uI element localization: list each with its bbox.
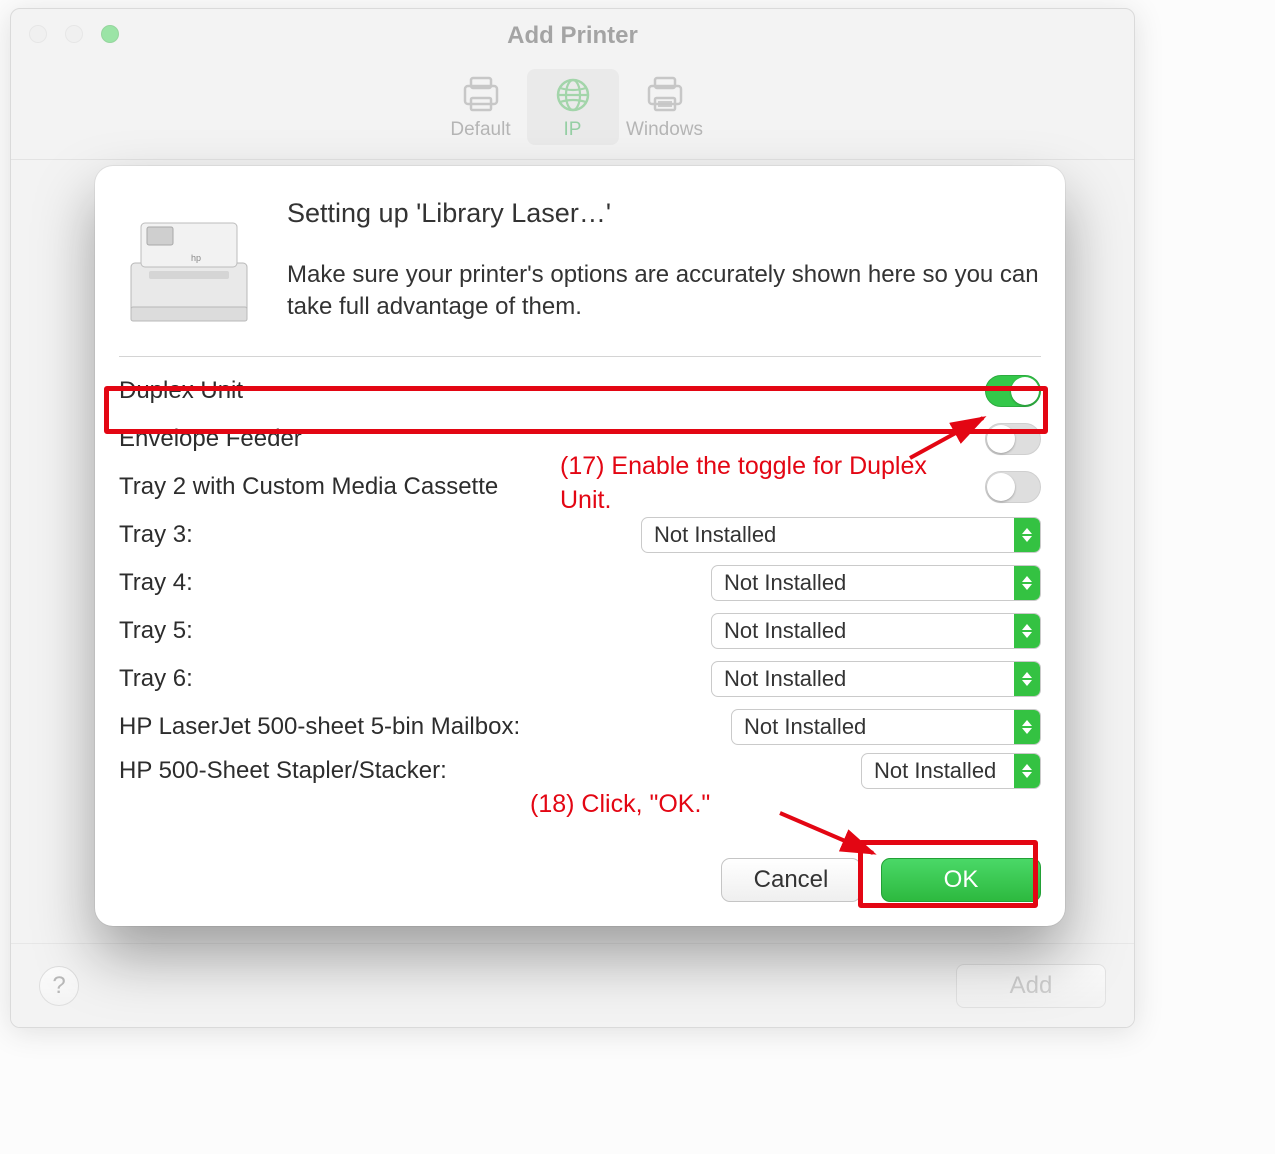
window-title: Add Printer [507, 22, 638, 50]
options-list: Duplex Unit Envelope Feeder Tray 2 with … [119, 367, 1041, 840]
tab-windows-label: Windows [626, 119, 703, 141]
tray3-select[interactable]: Not Installed [641, 517, 1041, 553]
stepper-icon [1014, 518, 1040, 552]
printer-options-sheet: hp Setting up 'Library Laser…' Make sure… [95, 166, 1065, 926]
select-value: Not Installed [874, 758, 996, 784]
bottom-bar: ? Add [11, 943, 1134, 1027]
tray4-select[interactable]: Not Installed [711, 565, 1041, 601]
tray6-select[interactable]: Not Installed [711, 661, 1041, 697]
tray5-select[interactable]: Not Installed [711, 613, 1041, 649]
close-window-button[interactable] [29, 25, 47, 43]
toolbar: Default IP [11, 63, 1134, 159]
globe-icon [549, 75, 597, 115]
option-label: Tray 5: [119, 617, 193, 645]
stepper-icon [1014, 614, 1040, 648]
option-label: Tray 4: [119, 569, 193, 597]
printer-icon [457, 75, 505, 115]
titlebar: Add Printer [11, 9, 1134, 63]
option-tray6: Tray 6: Not Installed [119, 655, 1041, 703]
tab-windows[interactable]: Windows [619, 69, 711, 145]
select-value: Not Installed [744, 714, 866, 740]
option-tray5: Tray 5: Not Installed [119, 607, 1041, 655]
tab-ip-label: IP [564, 119, 582, 141]
option-label: HP LaserJet 500-sheet 5-bin Mailbox: [119, 713, 520, 741]
select-value: Not Installed [724, 666, 846, 692]
add-button[interactable]: Add [956, 964, 1106, 1008]
select-value: Not Installed [724, 618, 846, 644]
select-value: Not Installed [654, 522, 776, 548]
stepper-icon [1014, 754, 1040, 788]
option-stapler: HP 500-Sheet Stapler/Stacker: Not Instal… [119, 751, 1041, 791]
sheet-title: Setting up 'Library Laser…' [287, 198, 1041, 229]
option-tray2-cassette: Tray 2 with Custom Media Cassette [119, 463, 1041, 511]
select-value: Not Installed [724, 570, 846, 596]
tab-default-label: Default [450, 119, 510, 141]
help-button[interactable]: ? [39, 966, 79, 1006]
tab-default[interactable]: Default [435, 69, 527, 145]
window-controls [29, 25, 119, 43]
zoom-window-button[interactable] [101, 25, 119, 43]
option-label: Tray 2 with Custom Media Cassette [119, 473, 498, 501]
option-tray3: Tray 3: Not Installed [119, 511, 1041, 559]
printer-image: hp [119, 198, 259, 338]
arrow-icon [905, 410, 995, 465]
annotation-box-ok [858, 840, 1038, 908]
tab-ip[interactable]: IP [527, 69, 619, 145]
option-label: Tray 3: [119, 521, 193, 549]
stepper-icon [1014, 662, 1040, 696]
stepper-icon [1014, 710, 1040, 744]
sheet-description: Make sure your printer's options are acc… [287, 259, 1041, 324]
option-mailbox: HP LaserJet 500-sheet 5-bin Mailbox: Not… [119, 703, 1041, 751]
stepper-icon [1014, 566, 1040, 600]
svg-text:hp: hp [191, 253, 201, 263]
arrow-icon [775, 805, 885, 865]
stapler-select[interactable]: Not Installed [861, 753, 1041, 789]
minimize-window-button[interactable] [65, 25, 83, 43]
option-tray4: Tray 4: Not Installed [119, 559, 1041, 607]
option-label: Tray 6: [119, 665, 193, 693]
mailbox-select[interactable]: Not Installed [731, 709, 1041, 745]
tray2-cassette-toggle[interactable] [985, 471, 1041, 503]
printer-win-icon [641, 75, 689, 115]
option-label: HP 500-Sheet Stapler/Stacker: [119, 757, 447, 785]
